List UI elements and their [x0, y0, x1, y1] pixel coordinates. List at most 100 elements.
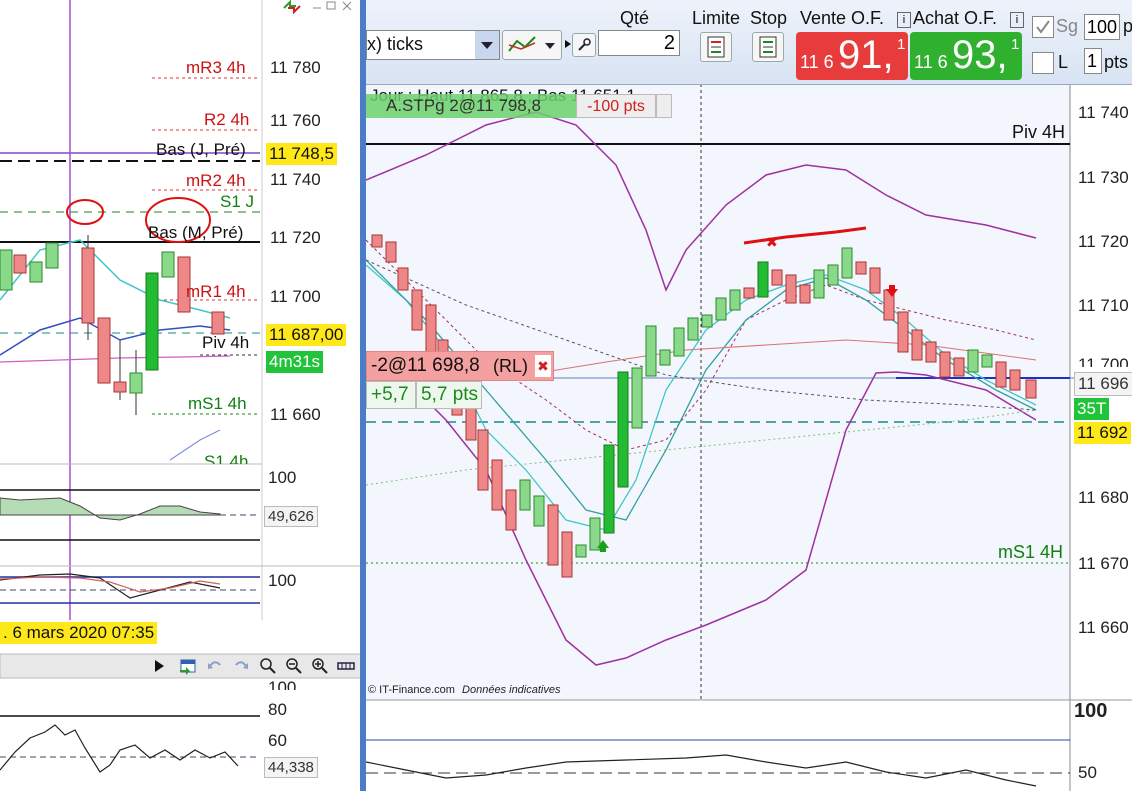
- buy-button[interactable]: 11 6 93, 1: [910, 32, 1022, 80]
- countdown-tag: 35T: [1074, 398, 1110, 420]
- price-tick: 11 670: [1078, 554, 1129, 573]
- source-note: Données indicatives: [462, 684, 561, 696]
- zoom-out-icon[interactable]: [284, 656, 304, 676]
- pnl-value-box: +5,7: [366, 381, 416, 409]
- position-label: -2@11 698,8: [371, 355, 480, 376]
- qty-input[interactable]: [598, 30, 680, 56]
- panel3-value-tag: 44,338: [264, 757, 318, 778]
- sell-decimal: 1: [897, 36, 906, 53]
- osc2-max-label: 100: [268, 571, 297, 590]
- price-tick: 11 660: [270, 405, 321, 424]
- close-position-icon[interactable]: ✖: [535, 355, 551, 377]
- sg-label: Sg: [1056, 16, 1079, 36]
- close-icon[interactable]: [340, 0, 354, 12]
- osc1-max-label: 100: [268, 468, 297, 487]
- level-price-tag: 11 692: [1074, 422, 1131, 444]
- stop-order-label: A.STPg 2@11 798,8: [366, 94, 576, 118]
- stop-order-button[interactable]: [752, 32, 784, 62]
- minimize-icon[interactable]: [310, 0, 324, 12]
- price-tick: 11 700: [270, 287, 321, 306]
- panel3-label: 100: [268, 678, 297, 690]
- l-input[interactable]: [1084, 48, 1102, 74]
- svg-text:✖: ✖: [766, 234, 778, 250]
- level-piv-label: Piv 4h: [202, 333, 250, 352]
- info-icon[interactable]: i: [1010, 12, 1024, 28]
- limit-order-button[interactable]: [700, 32, 732, 62]
- chart-indicator-icon: [508, 36, 555, 52]
- price-tick: 11 700: [1078, 355, 1129, 367]
- more-tools-icon[interactable]: [336, 656, 356, 676]
- current-price-tag: 11 696: [1074, 372, 1132, 396]
- price-tick: 11 760: [270, 111, 321, 130]
- panel3-label: 80: [268, 700, 287, 719]
- period-select-value: x) ticks: [367, 34, 423, 54]
- left-chart-panel[interactable]: mR3 4h R2 4h Bas (J, Pré) mR2 4h S1 J Ba…: [0, 0, 360, 791]
- order-book-icon: [707, 36, 725, 58]
- price-tick: 11 660: [1078, 618, 1129, 637]
- price-tick: 11 680: [1078, 488, 1129, 507]
- price-tick: 11 730: [1078, 168, 1129, 187]
- l-checkbox[interactable]: [1032, 52, 1054, 74]
- pnl-pts-box: 5,7 pts: [416, 381, 482, 409]
- maximize-icon[interactable]: [324, 0, 338, 12]
- stop-order-tag[interactable]: A.STPg 2@11 798,8 -100 pts: [366, 94, 672, 118]
- right-chart-panel[interactable]: ✖ x) ticks Qté Limite Stop Vente O.F. i …: [366, 0, 1132, 791]
- price-tick: 11 780: [270, 58, 321, 77]
- l-unit: pts: [1104, 52, 1129, 72]
- price-tick: 11 740: [270, 170, 321, 189]
- level-bas-m-pre-label: Bas (M, Pré): [148, 223, 244, 242]
- osc-max-label: 100: [1074, 700, 1108, 722]
- period-select[interactable]: x) ticks: [366, 30, 500, 60]
- buy-decimal: 1: [1011, 36, 1020, 53]
- sell-button[interactable]: 11 6 91, 1: [796, 32, 908, 80]
- zoom-in-icon[interactable]: [310, 656, 330, 676]
- calendar-icon[interactable]: [178, 656, 198, 676]
- ms1-4h-label: mS1 4H: [998, 542, 1064, 562]
- osc1-value-tag: 49,626: [264, 506, 318, 527]
- buy-prefix: 11 6: [914, 52, 948, 72]
- price-tick: 11 720: [1078, 232, 1129, 251]
- scroll-right-button[interactable]: [150, 656, 168, 676]
- buy-label: Achat O.F.: [913, 8, 998, 28]
- position-tag[interactable]: -2@11 698,8 (RL) ✖: [366, 351, 554, 381]
- pnl-pts: 5,7 pts: [421, 384, 479, 405]
- stop-order-pts: -100 pts: [576, 94, 656, 118]
- l-label: L: [1058, 52, 1069, 72]
- sell-prefix: 11 6: [800, 52, 834, 72]
- level-mr3-label: mR3 4h: [186, 58, 246, 77]
- countdown-tag: 4m31s: [266, 351, 324, 373]
- check-icon: [1036, 20, 1050, 34]
- sync-icon[interactable]: [280, 0, 304, 14]
- redo-icon[interactable]: [232, 656, 250, 676]
- level-ms1-label: mS1 4h: [188, 394, 247, 413]
- level-mr1-label: mR1 4h: [186, 282, 246, 301]
- undo-icon[interactable]: [206, 656, 224, 676]
- sg-input[interactable]: [1084, 14, 1120, 40]
- source-name: © IT-Finance.com: [368, 684, 455, 696]
- level-mr2-label: mR2 4h: [186, 171, 246, 190]
- date-cursor-label: . 6 mars 2020 07:35: [0, 622, 158, 644]
- level-s1-partial-label: S1 4h: [204, 452, 249, 464]
- stop-label: Stop: [750, 8, 788, 28]
- chevron-down-icon[interactable]: [475, 31, 499, 59]
- order-book-icon: [759, 36, 777, 58]
- level-r2-label: R2 4h: [204, 110, 250, 129]
- price-tag-bas-j: 11 748,5: [266, 143, 337, 165]
- indicator-button[interactable]: [502, 30, 562, 60]
- sell-price: 91,: [838, 33, 894, 77]
- current-price-tag: 11 687,00: [266, 324, 347, 346]
- sg-checkbox[interactable]: [1032, 16, 1054, 38]
- sg-unit: p: [1123, 16, 1132, 36]
- limit-label: Limite: [692, 8, 741, 28]
- zoom-fit-icon[interactable]: [258, 656, 278, 676]
- stop-order-close-icon[interactable]: [656, 94, 672, 118]
- info-icon[interactable]: i: [897, 12, 911, 28]
- data-source: © IT-Finance.com Données indicatives: [368, 684, 560, 696]
- panel3-label: 60: [268, 731, 287, 750]
- piv-4h-label: Piv 4H: [1012, 122, 1066, 142]
- price-tick: 11 720: [270, 228, 321, 247]
- qty-label: Qté: [620, 8, 650, 28]
- osc-mid-label: 50: [1078, 763, 1097, 782]
- buy-price: 93,: [952, 33, 1008, 77]
- pnl-value: +5,7: [371, 384, 409, 405]
